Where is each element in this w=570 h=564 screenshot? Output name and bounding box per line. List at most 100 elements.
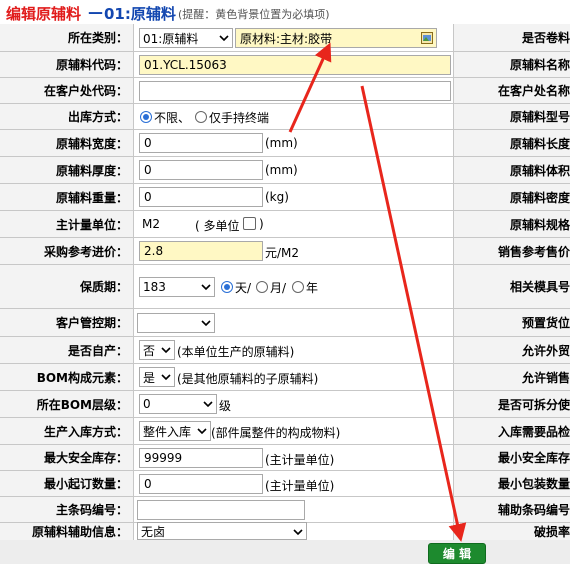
category-label: 所在类别： <box>0 24 134 51</box>
shelf-year-label: 年 <box>306 281 319 295</box>
right-label-length: 原辅料长度 <box>453 130 570 156</box>
purchase-price-unit: 元/M2 <box>265 246 300 260</box>
outbound-label: 出库方式： <box>0 104 134 129</box>
right-label-sales: 允许销售 <box>453 364 570 390</box>
row-main-unit: 主计量单位： M2 ( 多单位 ) 原辅料规格 <box>0 211 570 238</box>
right-label-export: 允许外贸 <box>453 337 570 363</box>
row-purchase-price: 采购参考进价： 2.8 元/M2 销售参考售价 <box>0 238 570 265</box>
row-category: 所在类别： 01:原辅料 原材料:主材:胶带 是否卷料 <box>0 24 570 52</box>
aux-info-select[interactable]: 无卤 <box>137 522 307 540</box>
shelf-month-label: 月/ <box>270 281 287 295</box>
barcode-input[interactable] <box>137 500 305 520</box>
right-label-damage: 破损率 <box>453 523 570 540</box>
min-order-label: 最小起订数量： <box>0 471 134 496</box>
row-aux-info: 原辅料辅助信息： 无卤 破损率 <box>0 522 570 540</box>
right-label-roll: 是否卷料 <box>453 24 570 51</box>
right-label-density: 原辅料密度 <box>453 184 570 210</box>
outbound-unlimited-radio[interactable] <box>140 111 152 123</box>
width-label: 原辅料宽度： <box>0 130 134 156</box>
row-production-inbound: 生产入库方式： 整件入库 (部件属整件的构成物料) 入库需要品检 <box>0 418 570 445</box>
right-label-aux-barcode: 辅助条码编号 <box>453 497 570 522</box>
code-input[interactable]: 01.YCL.15063 <box>139 55 451 75</box>
shelf-day-radio[interactable] <box>221 281 233 293</box>
right-label-inspection: 入库需要品检 <box>453 418 570 444</box>
bom-element-label: BOM构成元素： <box>0 364 134 390</box>
required-hint: (提醒：黄色背景位置为必填项) <box>178 8 330 21</box>
purchase-price-label: 采购参考进价： <box>0 238 134 264</box>
outbound-handheld-label: 仅手持终端 <box>209 111 270 125</box>
right-label-mold: 相关模具号 <box>453 265 570 308</box>
row-thickness: 原辅料厚度： 0 (mm) 原辅料体积 <box>0 157 570 184</box>
thickness-label: 原辅料厚度： <box>0 157 134 183</box>
production-inbound-note: (部件属整件的构成物料) <box>211 426 341 440</box>
row-bom-level: 所在BOM层级： 0 级 是否可拆分使 <box>0 391 570 418</box>
row-outbound: 出库方式： 不限、 仅手持终端 原辅料型号 <box>0 104 570 130</box>
right-label-customer-name: 在客户处名称 <box>453 78 570 103</box>
chevron-down-icon <box>201 320 211 327</box>
chevron-down-icon <box>201 284 211 291</box>
self-produced-label: 是否自产： <box>0 337 134 363</box>
multi-unit-close: ) <box>259 217 264 231</box>
row-customer-code: 在客户处代码： 在客户处名称 <box>0 78 570 104</box>
row-max-stock: 最大安全库存： 99999 (主计量单位) 最小安全库存 <box>0 445 570 471</box>
bom-element-note: (是其他原辅料的子原辅料) <box>177 372 319 386</box>
row-bom-element: BOM构成元素： 是 (是其他原辅料的子原辅料) 允许销售 <box>0 364 570 391</box>
row-weight: 原辅料重量： 0 (kg) 原辅料密度 <box>0 184 570 211</box>
bom-level-select[interactable]: 0 <box>139 394 217 414</box>
production-inbound-select[interactable]: 整件入库 <box>139 421 211 441</box>
bom-element-select[interactable]: 是 <box>139 367 175 387</box>
self-produced-select[interactable]: 否 <box>139 340 175 360</box>
right-label-sale-price: 销售参考售价 <box>453 238 570 264</box>
barcode-label: 主条码编号： <box>0 497 134 522</box>
chevron-down-icon <box>161 347 171 354</box>
aux-info-label: 原辅料辅助信息： <box>0 523 134 540</box>
weight-input[interactable]: 0 <box>139 187 263 207</box>
weight-label: 原辅料重量： <box>0 184 134 210</box>
chevron-down-icon <box>161 374 171 381</box>
width-input[interactable]: 0 <box>139 133 263 153</box>
picker-icon[interactable] <box>421 32 433 44</box>
category-path-field[interactable]: 原材料:主材:胶带 <box>235 28 437 48</box>
row-barcode: 主条码编号： 辅助条码编号 <box>0 497 570 523</box>
page-header: 编辑原辅料 — 01:原辅料 (提醒：黄色背景位置为必填项) <box>0 0 570 24</box>
shelf-year-radio[interactable] <box>292 281 304 293</box>
right-label-min-pack: 最小包装数量 <box>453 471 570 496</box>
thickness-input[interactable]: 0 <box>139 160 263 180</box>
self-produced-note: (本单位生产的原辅料) <box>177 345 295 359</box>
right-label-splittable: 是否可拆分使 <box>453 391 570 417</box>
outbound-unlimited-label: 不限、 <box>154 111 191 125</box>
edit-button[interactable]: 编 辑 <box>428 543 486 564</box>
row-min-order: 最小起订数量： 0 (主计量单位) 最小包装数量 <box>0 471 570 497</box>
outbound-handheld-radio[interactable] <box>195 111 207 123</box>
customer-control-select[interactable] <box>137 313 215 333</box>
purchase-price-input[interactable]: 2.8 <box>139 241 263 261</box>
bom-level-unit: 级 <box>219 399 232 413</box>
row-shelf-life: 保质期： 183 天/ 月/ 年 相关模具号 <box>0 265 570 309</box>
customer-code-input[interactable] <box>139 81 451 101</box>
main-unit-value: M2 <box>142 217 160 231</box>
max-stock-input[interactable]: 99999 <box>139 448 263 468</box>
row-code: 原辅料代码： 01.YCL.15063 原辅料名称 <box>0 52 570 78</box>
thickness-unit: (mm) <box>265 163 298 177</box>
row-self-produced: 是否自产： 否 (本单位生产的原辅料) 允许外贸 <box>0 337 570 364</box>
min-order-input[interactable]: 0 <box>139 474 263 494</box>
category-select[interactable]: 01:原辅料 <box>139 28 233 48</box>
edit-form: 所在类别： 01:原辅料 原材料:主材:胶带 是否卷料 原辅料代码： 01.YC… <box>0 24 570 540</box>
right-label-min-stock: 最小安全库存 <box>453 445 570 470</box>
main-unit-label: 主计量单位： <box>0 211 134 237</box>
shelf-life-select[interactable]: 183 <box>139 277 215 297</box>
right-label-model: 原辅料型号 <box>453 104 570 129</box>
shelf-month-radio[interactable] <box>256 281 268 293</box>
multi-unit-checkbox[interactable] <box>243 217 256 230</box>
bom-level-label: 所在BOM层级： <box>0 391 134 417</box>
weight-unit: (kg) <box>265 190 289 204</box>
chevron-down-icon <box>203 401 213 408</box>
multi-unit-label: ( 多单位 <box>195 219 240 233</box>
shelf-day-label: 天/ <box>235 281 252 295</box>
title-separator: — <box>88 3 103 21</box>
chevron-down-icon <box>219 35 229 42</box>
page-subtitle: 01:原辅料 <box>104 5 176 23</box>
customer-control-label: 客户管控期： <box>0 309 134 336</box>
right-label-location: 预置货位 <box>453 309 570 336</box>
production-inbound-label: 生产入库方式： <box>0 418 134 444</box>
